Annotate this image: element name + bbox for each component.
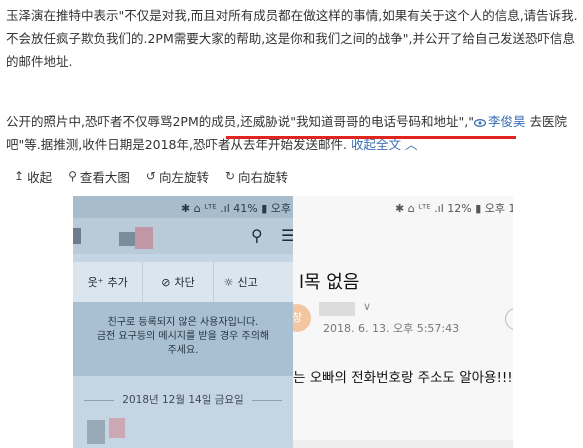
block-button: ⊘ 차단: [143, 262, 214, 302]
email-timestamp: 2018. 6. 13. 오후 5:57:43: [323, 322, 460, 335]
blurred-avatar: [119, 232, 135, 246]
collapse-full-text-link[interactable]: 收起全文 ︿: [351, 137, 418, 152]
blurred-sender: [319, 302, 355, 316]
weibo-user-link[interactable]: 李俊昊: [473, 114, 526, 129]
view-large-button[interactable]: ⚲ 查看大图: [68, 166, 130, 186]
blurred-sender-name: [109, 418, 125, 438]
block-icon: ⊘: [161, 275, 171, 289]
rotate-left-icon: ↺: [145, 169, 156, 183]
collapse-button[interactable]: ↥ 收起: [14, 166, 52, 186]
stranger-warning: 친구로 등록되지 않은 사용자입니다. 금전 요구등의 메시지를 받을 경우 주…: [73, 302, 293, 376]
report-icon: ☼: [223, 275, 234, 289]
search-icon: ⚲: [251, 226, 263, 245]
email-subject: l목 없음: [299, 272, 360, 293]
chat-actions: 웃⁺ 추가 ⊘ 차단 ☼ 신고: [73, 262, 293, 302]
kakao-chat-screenshot[interactable]: ✱ ⌂ ᴸᵀᴱ .ıl 41% ▮ 오후 ⚲ ☰ 웃⁺ 추가 ⊘ 차단 ☼ 신고 친구…: [73, 196, 293, 448]
red-underline-annotation: [226, 136, 516, 139]
article-paragraph-2: 公开的照片中,恐吓者不仅辱骂2PM的成员,还威胁说"我知道哥哥的电话号码和地址"…: [6, 110, 578, 156]
report-button: ☼ 신고: [223, 275, 258, 290]
email-body: 는 오빠의 전화번호랑 주소도 알아용!!!!: [293, 370, 513, 386]
image-toolbar: ↥ 收起 ⚲ 查看大图 ↺ 向左旋转 ↻ 向右旋转: [14, 166, 288, 186]
blurred-name: [135, 227, 153, 249]
arrow-up-icon: ↥: [14, 169, 25, 183]
search-icon: ⚲: [68, 169, 77, 183]
rotate-right-icon: ↻: [224, 169, 236, 183]
divider: [293, 440, 513, 448]
chevron-down-icon: ∨: [363, 300, 372, 313]
paragraph-2-text: 公开的照片中,恐吓者不仅辱骂2PM的成员,还威胁说"我知道哥哥的电话号码和地址"…: [6, 114, 474, 129]
date-divider: 2018년 12월 14일 금요일: [73, 392, 293, 407]
sender-avatar: 창: [293, 304, 311, 332]
blurred-sender-avatar: [87, 420, 105, 444]
article-paragraph-1: 玉泽演在推特中表示"不仅是对我,而且对所有成员都在做这样的事情,如果有关于这个人…: [6, 8, 578, 69]
chevron-up-icon: ︿: [400, 137, 418, 152]
back-icon: [73, 228, 81, 244]
weibo-user-name: 李俊昊: [487, 114, 526, 129]
phone-status-bar: ✱ ⌂ ᴸᵀᴱ .ıl 12% ▮ 오후 1: [395, 202, 513, 215]
rotate-left-button[interactable]: ↺ 向左旋转: [146, 166, 209, 186]
chat-header: ⚲ ☰: [73, 218, 293, 254]
weibo-link-icon: [473, 118, 486, 127]
add-friend-button: 웃⁺ 추가: [73, 262, 144, 302]
email-screenshot[interactable]: ✱ ⌂ ᴸᵀᴱ .ıl 12% ▮ 오후 1 l목 없음 창 ∨ 2018. 6…: [293, 196, 513, 448]
menu-icon: ☰: [281, 226, 293, 245]
background: [513, 196, 583, 448]
add-friend-icon: 웃⁺: [87, 276, 104, 289]
more-options-icon: [505, 308, 513, 330]
phone-status-bar: ✱ ⌂ ᴸᵀᴱ .ıl 41% ▮ 오후: [73, 196, 293, 218]
rotate-right-button[interactable]: ↻ 向右旋转: [225, 166, 288, 186]
